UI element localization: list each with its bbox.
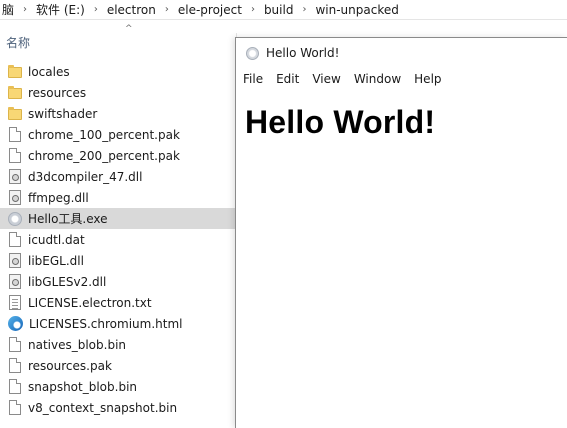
menu-edit[interactable]: Edit	[275, 72, 306, 86]
window-title: Hello World!	[266, 46, 340, 60]
file-row[interactable]: v8_context_snapshot.bin	[0, 397, 236, 418]
file-name: Hello工具.exe	[28, 212, 108, 226]
folder-icon	[8, 64, 22, 80]
chevron-right-icon[interactable]: ›	[158, 4, 176, 15]
menu-window[interactable]: Window	[353, 72, 408, 86]
chevron-right-icon[interactable]: ›	[87, 4, 105, 15]
file-icon	[9, 127, 21, 142]
app-icon	[8, 211, 22, 226]
file-name: LICENSE.electron.txt	[28, 295, 152, 310]
file-name: libEGL.dll	[28, 253, 84, 268]
file-row[interactable]: LICENSES.chromium.html	[0, 313, 236, 334]
file-row[interactable]: Hello工具.exe	[0, 208, 236, 229]
file-row[interactable]: chrome_200_percent.pak	[0, 145, 236, 166]
file-name: snapshot_blob.bin	[28, 379, 138, 394]
file-name: locales	[28, 64, 70, 79]
file-name: icudtl.dat	[28, 232, 85, 247]
menu-bar: File Edit View Window Help	[236, 68, 567, 90]
breadcrumb-item[interactable]: build	[262, 3, 296, 17]
file-row[interactable]: natives_blob.bin	[0, 334, 236, 355]
file-row[interactable]: LICENSE.electron.txt	[0, 292, 236, 313]
dll-icon	[9, 169, 21, 184]
file-name: d3dcompiler_47.dll	[28, 169, 143, 184]
breadcrumb-item[interactable]: 脑	[0, 1, 16, 18]
file-name: chrome_200_percent.pak	[28, 148, 180, 163]
file-row[interactable]: icudtl.dat	[0, 229, 236, 250]
chevron-right-icon[interactable]: ›	[295, 4, 313, 15]
file-row[interactable]: resources.pak	[0, 355, 236, 376]
folder-icon	[8, 85, 22, 101]
page-content: Hello World!	[236, 90, 567, 155]
file-name: resources	[28, 85, 87, 100]
file-list: locales resources swiftshader chrome_100_pe…	[0, 61, 236, 418]
file-icon	[9, 337, 21, 352]
file-icon	[9, 379, 21, 394]
page-heading: Hello World!	[245, 104, 436, 140]
file-icon	[9, 232, 21, 247]
browser-icon	[8, 316, 23, 331]
app-window[interactable]: Hello World! File Edit View Window Help …	[235, 37, 567, 428]
file-icon	[9, 400, 21, 415]
file-row[interactable]: libGLESv2.dll	[0, 271, 236, 292]
menu-help[interactable]: Help	[413, 72, 448, 86]
name-column-header[interactable]: 名称	[6, 34, 30, 51]
file-row[interactable]: d3dcompiler_47.dll	[0, 166, 236, 187]
app-icon	[246, 46, 259, 60]
file-name: chrome_100_percent.pak	[28, 127, 180, 142]
file-row[interactable]: resources	[0, 82, 236, 103]
address-bar[interactable]: 脑 › 软件 (E:) › electron › ele-project › b…	[0, 0, 567, 20]
title-bar[interactable]: Hello World!	[236, 38, 567, 68]
menu-file[interactable]: File	[242, 72, 270, 86]
dll-icon	[9, 190, 21, 205]
text-icon	[9, 295, 21, 310]
menu-view[interactable]: View	[311, 72, 347, 86]
file-row[interactable]: chrome_100_percent.pak	[0, 124, 236, 145]
file-name: v8_context_snapshot.bin	[28, 400, 178, 415]
file-name: LICENSES.chromium.html	[29, 316, 183, 331]
file-row[interactable]: snapshot_blob.bin	[0, 376, 236, 397]
file-name: resources.pak	[28, 358, 112, 373]
file-name: ffmpeg.dll	[28, 190, 89, 205]
breadcrumb-item[interactable]: electron	[105, 3, 158, 17]
file-row[interactable]: locales	[0, 61, 236, 82]
dll-icon	[9, 253, 21, 268]
file-row[interactable]: ffmpeg.dll	[0, 187, 236, 208]
file-name: libGLESv2.dll	[28, 274, 107, 289]
file-row[interactable]: swiftshader	[0, 103, 236, 124]
folder-icon	[8, 106, 22, 122]
file-name: natives_blob.bin	[28, 337, 127, 352]
breadcrumb-item[interactable]: win-unpacked	[313, 3, 400, 17]
breadcrumb-item[interactable]: ele-project	[176, 3, 244, 17]
dll-icon	[9, 274, 21, 289]
file-row[interactable]: libEGL.dll	[0, 250, 236, 271]
file-icon	[9, 358, 21, 373]
sort-ascending-icon[interactable]: ^	[125, 24, 133, 34]
file-name: swiftshader	[28, 106, 98, 121]
breadcrumb-item[interactable]: 软件 (E:)	[34, 1, 87, 18]
chevron-right-icon[interactable]: ›	[16, 4, 34, 15]
chevron-right-icon[interactable]: ›	[244, 4, 262, 15]
file-icon	[9, 148, 21, 163]
